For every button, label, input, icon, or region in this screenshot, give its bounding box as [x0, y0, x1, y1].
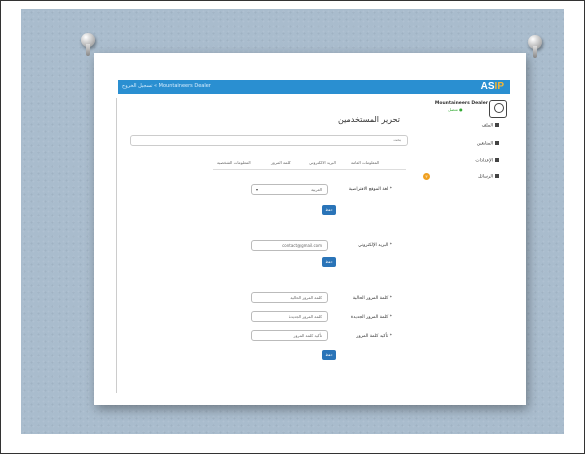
save-email-button[interactable]: حفظ [322, 257, 336, 267]
new-password-field[interactable]: كلمة المرور الجديدة [251, 311, 328, 322]
tab-personal-info[interactable]: المعلومات الشخصية [217, 160, 251, 165]
mail-icon [495, 174, 499, 178]
sidebar-item-followers[interactable]: المتابعين [459, 141, 499, 147]
dealer-link[interactable]: « Mountaineers Dealer [154, 83, 211, 89]
user-status: متصل ● [448, 107, 463, 112]
corkboard-background: تسجيل الخروج « Mountaineers Dealer ASIP … [21, 9, 564, 434]
content-border [116, 98, 117, 393]
users-icon [495, 141, 499, 145]
language-label: لغة الموقع الافتراضية * [348, 187, 392, 192]
sidebar-item-messages[interactable]: الرسائل [459, 174, 499, 180]
printed-screenshot: تسجيل الخروج « Mountaineers Dealer ASIP … [94, 53, 526, 405]
logout-link[interactable]: تسجيل الخروج [122, 83, 153, 89]
save-language-button[interactable]: حفظ [322, 205, 336, 215]
email-field[interactable]: contact@gmail.com [251, 240, 328, 251]
top-navbar: تسجيل الخروج « Mountaineers Dealer ASIP [118, 80, 510, 94]
tab-divider [213, 169, 406, 170]
pushpin-icon [81, 33, 95, 56]
sidebar-item-settings[interactable]: الإعدادات [459, 158, 499, 164]
tab-password[interactable]: كلمة المرور [271, 160, 291, 165]
app-logo[interactable]: ASIP [481, 81, 504, 92]
search-input[interactable]: بحث [130, 135, 408, 146]
save-password-button[interactable]: حفظ [322, 350, 336, 360]
pushpin-icon [528, 35, 542, 58]
tab-general[interactable]: المعلومات العامة [351, 160, 379, 165]
new-password-label: كلمة المرور الجديدة * [350, 315, 392, 320]
current-password-field[interactable]: كلمة المرور الحالية [251, 292, 328, 303]
tab-email[interactable]: البريد الالكتروني [309, 160, 336, 165]
sidebar-item-profile[interactable]: الملف [459, 123, 499, 129]
notification-badge: ٣ [423, 173, 430, 180]
user-name: Mountaineers Dealer [434, 101, 488, 106]
email-label: البريد الإلكتروني * [358, 243, 392, 248]
user-icon [495, 123, 499, 127]
current-password-label: كلمة المرور الحالية * [352, 296, 392, 301]
tab-bar: المعلومات الشخصية كلمة المرور البريد الا… [213, 160, 406, 168]
outer-frame: تسجيل الخروج « Mountaineers Dealer ASIP … [0, 0, 585, 454]
avatar[interactable] [489, 100, 507, 118]
language-select[interactable]: ▾ العربية [251, 184, 328, 195]
gear-icon [495, 158, 499, 162]
confirm-password-field[interactable]: تأكيد كلمة المرور [251, 330, 328, 341]
page-title: تحرير المستخدمين [338, 115, 400, 124]
confirm-password-label: تأكيد كلمة المرور * [356, 334, 392, 339]
